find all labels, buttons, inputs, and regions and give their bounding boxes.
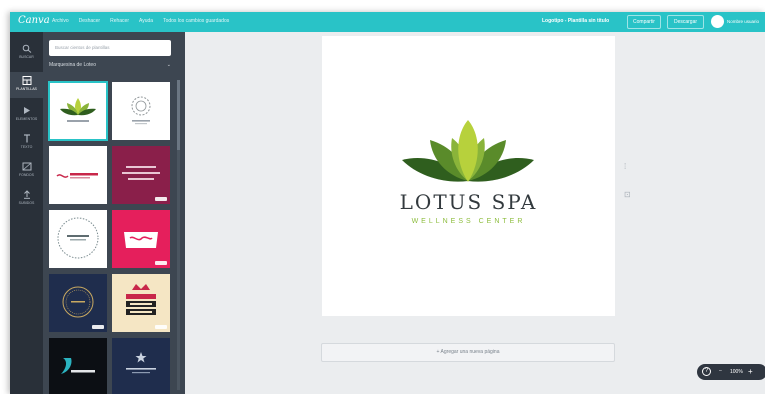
- text-icon: [23, 134, 30, 143]
- templates-panel: Buscar cientos de plantillas Marquesina …: [43, 32, 185, 394]
- save-status: Todos los cambios guardados: [163, 18, 230, 24]
- left-rail: BUSCAR PLANTILLAS ELEMENTOS TEXTO FONDOS…: [10, 32, 43, 394]
- panel-scrollbar[interactable]: [177, 80, 180, 390]
- rail-item-search[interactable]: BUSCAR: [10, 40, 43, 66]
- price-tag: [92, 325, 104, 329]
- rail-label: BUSCAR: [19, 55, 34, 59]
- template-thumbnail[interactable]: [48, 81, 108, 141]
- template-thumbnail[interactable]: [49, 210, 107, 268]
- copy-page-icon[interactable]: ⁞: [624, 162, 626, 171]
- rail-label: SUBIDOS: [18, 201, 35, 205]
- zoom-control: ? – 100% +: [697, 364, 765, 380]
- wave-thumbnail-art: [56, 173, 98, 179]
- template-thumbnail[interactable]: [112, 338, 170, 394]
- search-icon: [22, 44, 31, 53]
- document-title[interactable]: Logotipo - Plantilla sin título: [542, 18, 609, 24]
- lotus-logo-graphic[interactable]: [322, 36, 615, 186]
- price-tag: [92, 133, 104, 137]
- upload-icon: [23, 190, 30, 199]
- top-menu: Archivo Deshacer Rehacer Ayuda Todos los…: [52, 18, 229, 24]
- menu-undo[interactable]: Deshacer: [79, 18, 100, 24]
- rail-item-uploads[interactable]: SUBIDOS: [10, 186, 43, 212]
- avatar[interactable]: [711, 15, 724, 28]
- price-tag: [92, 197, 104, 201]
- help-icon[interactable]: ?: [702, 367, 711, 376]
- shapes-icon: [23, 107, 30, 114]
- template-thumbnail[interactable]: [49, 146, 107, 204]
- crown-thumbnail-art: [126, 284, 156, 315]
- template-search-input[interactable]: Buscar cientos de plantillas: [49, 40, 171, 56]
- maroon-thumbnail-art: [122, 166, 160, 180]
- navy-badge-thumbnail-art: [62, 286, 94, 318]
- seal-thumbnail-art: [124, 232, 158, 248]
- user-name[interactable]: Nombre usuario: [727, 19, 759, 24]
- zoom-level[interactable]: 100%: [730, 369, 743, 375]
- brand-tagline-text[interactable]: WELLNESS CENTER: [322, 218, 615, 225]
- price-tag: [155, 197, 167, 201]
- brand-name-text[interactable]: LOTUS SPA: [322, 190, 615, 214]
- navy-stars-thumbnail-art: [126, 352, 156, 374]
- scroll-thumb[interactable]: [177, 80, 180, 150]
- share-button[interactable]: Compartir: [627, 15, 661, 29]
- template-thumbnail[interactable]: [49, 338, 107, 394]
- price-tag: [155, 261, 167, 265]
- price-tag: [155, 133, 167, 137]
- rail-item-elements[interactable]: ELEMENTOS: [10, 102, 43, 128]
- price-tag: [155, 325, 167, 329]
- zoom-out-button[interactable]: –: [719, 368, 722, 374]
- rail-item-text[interactable]: TEXTO: [10, 130, 43, 156]
- background-icon: [22, 162, 31, 171]
- rail-label: ELEMENTOS: [15, 117, 38, 121]
- design-canvas[interactable]: LOTUS SPA WELLNESS CENTER: [322, 36, 615, 316]
- rail-label: PLANTILLAS: [16, 87, 37, 91]
- top-bar: Canva Archivo Deshacer Rehacer Ayuda Tod…: [10, 12, 765, 32]
- template-thumbnail[interactable]: [112, 82, 170, 140]
- rail-label: TEXTO: [20, 145, 33, 149]
- template-thumbnail[interactable]: [49, 274, 107, 332]
- canva-logo[interactable]: Canva: [18, 15, 50, 26]
- section-title: Marquesina de Loteo: [49, 62, 96, 68]
- rail-label: FONDOS: [19, 173, 34, 177]
- menu-help[interactable]: Ayuda: [139, 18, 153, 24]
- black-wave-thumbnail-art: [61, 358, 95, 374]
- template-thumbnail[interactable]: [112, 274, 170, 332]
- delete-page-icon[interactable]: ⊡: [624, 190, 631, 199]
- section-header[interactable]: Marquesina de Loteo ⌄: [49, 62, 171, 74]
- lotus-thumbnail-art: [60, 98, 96, 122]
- rail-item-templates[interactable]: PLANTILLAS: [10, 72, 43, 98]
- add-page-button[interactable]: + Agregar una nueva página: [321, 343, 615, 362]
- download-button[interactable]: Descargar: [667, 15, 704, 29]
- menu-redo[interactable]: Rehacer: [110, 18, 129, 24]
- template-thumbnail[interactable]: [112, 146, 170, 204]
- zoom-in-button[interactable]: +: [748, 367, 753, 376]
- chevron-down-icon: ⌄: [166, 62, 171, 68]
- app-window: Canva Archivo Deshacer Rehacer Ayuda Tod…: [10, 12, 765, 394]
- screenshot-frame: Canva Archivo Deshacer Rehacer Ayuda Tod…: [0, 0, 765, 394]
- ring-thumbnail-art: [57, 217, 99, 259]
- rail-item-backgrounds[interactable]: FONDOS: [10, 158, 43, 184]
- layout-icon: [22, 76, 31, 85]
- menu-file[interactable]: Archivo: [52, 18, 69, 24]
- template-thumbnail[interactable]: [112, 210, 170, 268]
- badge-thumbnail-art: [131, 96, 151, 125]
- price-tag: [92, 261, 104, 265]
